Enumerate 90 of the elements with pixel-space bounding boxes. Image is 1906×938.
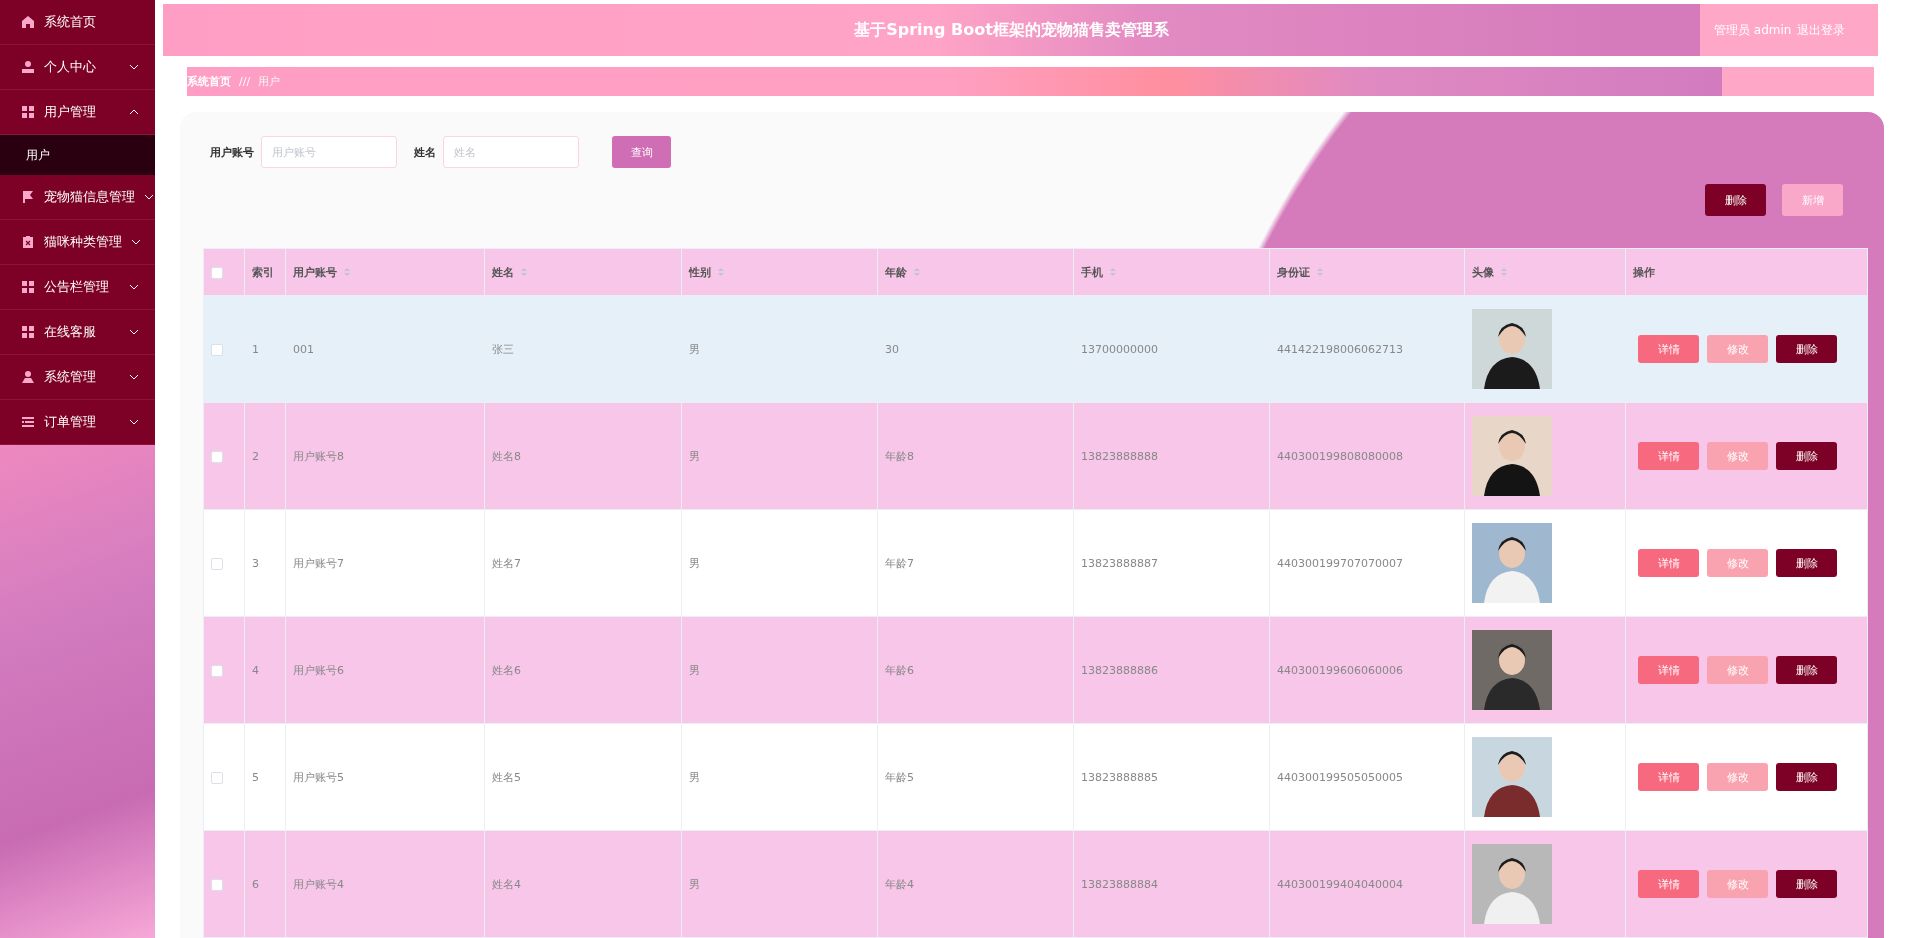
delete-button[interactable]: 删除 [1776,656,1837,684]
grid-icon [21,325,35,339]
field-label: 姓名 [414,144,436,160]
table-cell: 13823888887 [1081,556,1158,570]
table-cell: 441422198006062713 [1277,342,1403,356]
column-header: 手机 [1081,264,1103,280]
table-cell: 13823888885 [1081,770,1158,784]
table-cell: 440300199404040004 [1277,877,1403,891]
table-cell: 用户账号4 [293,877,344,891]
table-cell: 男 [689,556,700,570]
table-cell: 用户账号6 [293,663,344,677]
checkbox[interactable] [211,343,223,356]
column-header: 性别 [689,264,711,280]
person-icon [21,370,35,384]
search-field[interactable]: 姓名 [443,136,579,168]
checkbox[interactable] [211,557,223,570]
column-header: 姓名 [492,264,514,280]
column-header: 身份证 [1277,264,1310,280]
user-label: 管理员 admin [1714,21,1792,39]
column-header: 用户账号 [293,264,337,280]
menu-item[interactable]: 宠物猫信息管理 [0,175,155,220]
menu-item[interactable]: 订单管理 [0,400,155,445]
table-cell: 男 [689,342,700,356]
user-icon [21,60,35,74]
grid-icon [21,280,35,294]
table-cell: 6 [252,877,259,891]
column-header: 头像 [1472,264,1494,280]
checkbox[interactable] [211,664,223,677]
menu-item[interactable]: 系统首页 [0,0,155,45]
table-cell: 2 [252,449,259,463]
grid-icon [21,105,35,119]
submenu-item[interactable]: 用户 [0,135,155,175]
column-header: 操作 [1633,264,1655,280]
table-cell: 张三 [492,342,514,356]
delete-button[interactable]: 删除 [1776,442,1837,470]
breadcrumb-current: 用户 [258,74,282,89]
column-header: 年龄 [885,264,907,280]
table-cell: 年龄4 [885,877,914,891]
table-cell: 3 [252,556,259,570]
checkbox[interactable] [211,771,223,784]
table-cell: 440300199707070007 [1277,556,1403,570]
table-cell: 13700000000 [1081,342,1158,356]
delete-button[interactable]: 删除 [1776,549,1837,577]
flag-icon [21,190,35,204]
breadcrumb-separator: /// [239,75,251,88]
table-cell: 用户账号7 [293,556,344,570]
checkbox[interactable] [211,878,223,891]
field-label: 用户账号 [210,144,254,160]
table-cell: 姓名5 [492,770,521,784]
table-cell: 年龄7 [885,556,914,570]
table-cell: 姓名8 [492,449,521,463]
home-icon [21,15,35,29]
menu-item[interactable]: 猫咪种类管理 [0,220,155,265]
list-icon [21,415,35,429]
delete-button[interactable]: 删除 [1776,763,1837,791]
app-title: 基于Spring Boot框架的宠物猫售卖管理系 [853,19,1170,41]
menu-item[interactable]: 在线客服 [0,310,155,355]
table-cell: 姓名7 [492,556,521,570]
table-cell: 4 [252,663,259,677]
table-cell: 姓名4 [492,877,521,891]
menu-item[interactable]: 公告栏管理 [0,265,155,310]
checkbox[interactable] [211,450,223,463]
table-cell: 男 [689,449,700,463]
delete-button[interactable]: 删除 [1705,184,1766,216]
table-cell: 男 [689,770,700,784]
table-cell: 13823888884 [1081,877,1158,891]
table-cell: 姓名6 [492,663,521,677]
table-cell: 年龄5 [885,770,914,784]
column-header: 索引 [252,264,274,280]
table-cell: 年龄8 [885,449,914,463]
menu-item[interactable]: 系统管理 [0,355,155,400]
table-cell: 001 [293,342,314,356]
table-cell: 用户账号5 [293,770,344,784]
table-cell: 13823888888 [1081,449,1158,463]
table-cell: 440300199808080008 [1277,449,1403,463]
table-cell: 用户账号8 [293,449,344,463]
table-cell: 男 [689,663,700,677]
clipboard-icon [21,235,35,249]
table-cell: 5 [252,770,259,784]
table-cell: 年龄6 [885,663,914,677]
delete-button[interactable]: 删除 [1776,335,1837,363]
checkbox[interactable] [211,266,223,279]
table-cell: 30 [885,342,899,356]
table-cell: 1 [252,342,259,356]
table-cell: 13823888886 [1081,663,1158,677]
table-cell: 440300199606060006 [1277,663,1403,677]
delete-button[interactable]: 删除 [1776,870,1837,898]
menu-item[interactable]: 个人中心 [0,45,155,90]
table-cell: 男 [689,877,700,891]
table-cell: 440300199505050005 [1277,770,1403,784]
